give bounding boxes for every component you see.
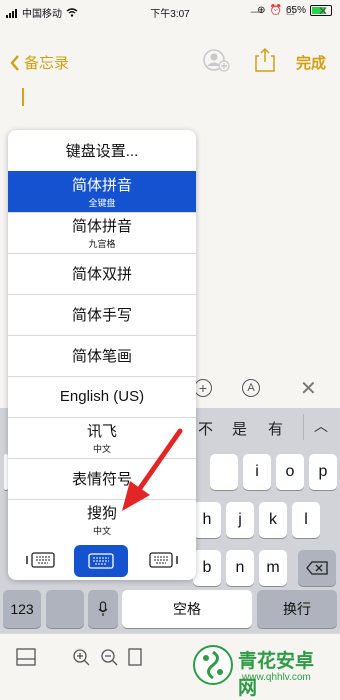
- keyboard-position-bar: [8, 540, 196, 580]
- key-u-partial[interactable]: [210, 454, 238, 490]
- menu-item-shuangpin[interactable]: 简体双拼: [8, 253, 196, 295]
- menu-item-handwriting[interactable]: 简体手写: [8, 294, 196, 336]
- watermark-logo-icon: [193, 645, 233, 685]
- key-b[interactable]: b: [193, 550, 221, 586]
- close-icon[interactable]: ✕: [318, 4, 328, 18]
- back-button[interactable]: 备忘录: [10, 52, 69, 73]
- back-label: 备忘录: [24, 55, 70, 72]
- globe-key-partial[interactable]: [46, 590, 84, 628]
- menu-item-keyboard-settings[interactable]: 键盘设置...: [8, 130, 196, 172]
- done-button[interactable]: 完成: [296, 52, 326, 73]
- key-j[interactable]: j: [226, 502, 254, 538]
- watermark: 青花安卓网 www.qhhlv.com: [192, 644, 332, 699]
- candidate-2[interactable]: 是: [232, 418, 247, 439]
- menu-item-english[interactable]: English (US): [8, 376, 196, 418]
- page-icon[interactable]: [128, 648, 142, 666]
- key-o[interactable]: o: [276, 454, 304, 490]
- menu-item-pinyin-9key[interactable]: 简体拼音 九宫格: [8, 212, 196, 254]
- minimize-icon[interactable]: —: [251, 4, 263, 18]
- candidate-1[interactable]: 不: [198, 418, 213, 439]
- space-key[interactable]: 空格: [122, 590, 252, 628]
- sidebar-icon[interactable]: [16, 648, 36, 666]
- key-p[interactable]: p: [309, 454, 337, 490]
- microphone-icon: [98, 601, 108, 616]
- zoom-in-icon[interactable]: [72, 648, 90, 666]
- return-key[interactable]: 换行: [257, 590, 337, 628]
- text-cursor: [22, 88, 24, 106]
- key-l[interactable]: l: [292, 502, 320, 538]
- key-m[interactable]: m: [259, 550, 287, 586]
- keyboard-right-icon[interactable]: [148, 550, 178, 570]
- keyboard-left-icon[interactable]: [26, 550, 56, 570]
- menu-item-stroke[interactable]: 简体笔画: [8, 335, 196, 377]
- keyboard-center-button[interactable]: [74, 545, 128, 577]
- key-i[interactable]: i: [243, 454, 271, 490]
- restore-icon[interactable]: □: [287, 4, 294, 18]
- share-icon[interactable]: [254, 47, 276, 73]
- keyboard-center-icon: [88, 553, 114, 569]
- candidate-divider: [303, 414, 304, 440]
- nav-bar: 备忘录 完成: [0, 44, 340, 78]
- watermark-url: www.qhhlv.com: [242, 672, 311, 683]
- chevron-left-icon: [10, 54, 19, 71]
- backspace-key[interactable]: [298, 550, 336, 586]
- key-n[interactable]: n: [226, 550, 254, 586]
- zoom-out-icon[interactable]: [100, 648, 118, 666]
- key-k[interactable]: k: [259, 502, 287, 538]
- backspace-icon: [306, 561, 328, 575]
- dictation-key[interactable]: [88, 590, 118, 628]
- menu-item-pinyin-full[interactable]: 简体拼音 全键盘: [8, 171, 196, 213]
- annotation-arrow: [122, 428, 183, 511]
- window-controls: — □ ✕: [251, 4, 328, 18]
- markup-icon[interactable]: A: [242, 379, 260, 397]
- expand-candidates-icon[interactable]: ︿: [314, 416, 328, 436]
- numbers-key[interactable]: 123: [3, 590, 41, 628]
- add-icon[interactable]: +: [194, 379, 212, 397]
- candidate-3[interactable]: 有: [268, 418, 283, 439]
- close-toolbar-icon[interactable]: ✕: [300, 376, 317, 401]
- add-people-icon[interactable]: [202, 48, 232, 74]
- key-h[interactable]: h: [193, 502, 221, 538]
